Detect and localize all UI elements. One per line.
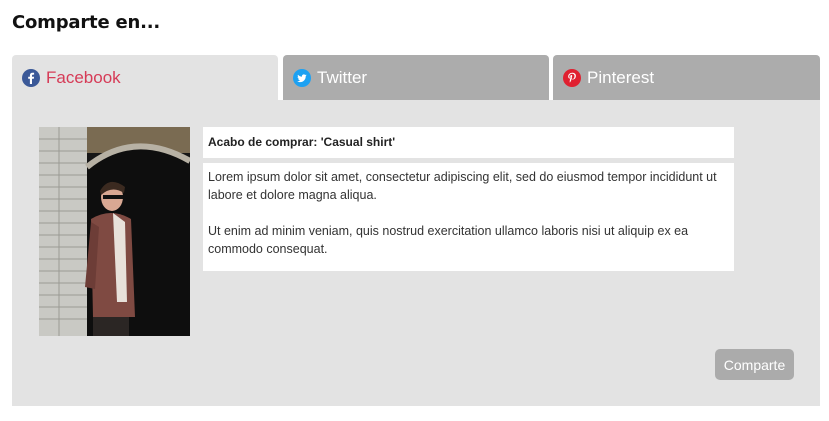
pinterest-icon: [563, 68, 581, 87]
share-button[interactable]: Comparte: [715, 349, 794, 380]
share-tabs: Facebook Twitter Pinterest: [12, 55, 820, 100]
post-paragraph: Lorem ipsum dolor sit amet, consectetur …: [208, 170, 717, 202]
post-paragraph: Ut enim ad minim veniam, quis nostrud ex…: [208, 224, 689, 256]
product-photo: [39, 127, 190, 336]
tab-facebook[interactable]: Facebook: [12, 55, 278, 100]
tab-facebook-label: Facebook: [46, 67, 121, 87]
post-description: Lorem ipsum dolor sit amet, consectetur …: [203, 163, 734, 271]
twitter-icon: [293, 68, 311, 87]
page-title: Comparte en...: [12, 12, 161, 33]
share-panel: Acabo de comprar: 'Casual shirt' Lorem i…: [12, 100, 820, 406]
facebook-icon: [22, 68, 40, 87]
tab-twitter-label: Twitter: [317, 67, 368, 87]
tab-twitter[interactable]: Twitter: [283, 55, 549, 100]
post-title: Acabo de comprar: 'Casual shirt': [203, 127, 734, 158]
tab-pinterest-label: Pinterest: [587, 67, 655, 87]
tab-pinterest[interactable]: Pinterest: [553, 55, 820, 100]
